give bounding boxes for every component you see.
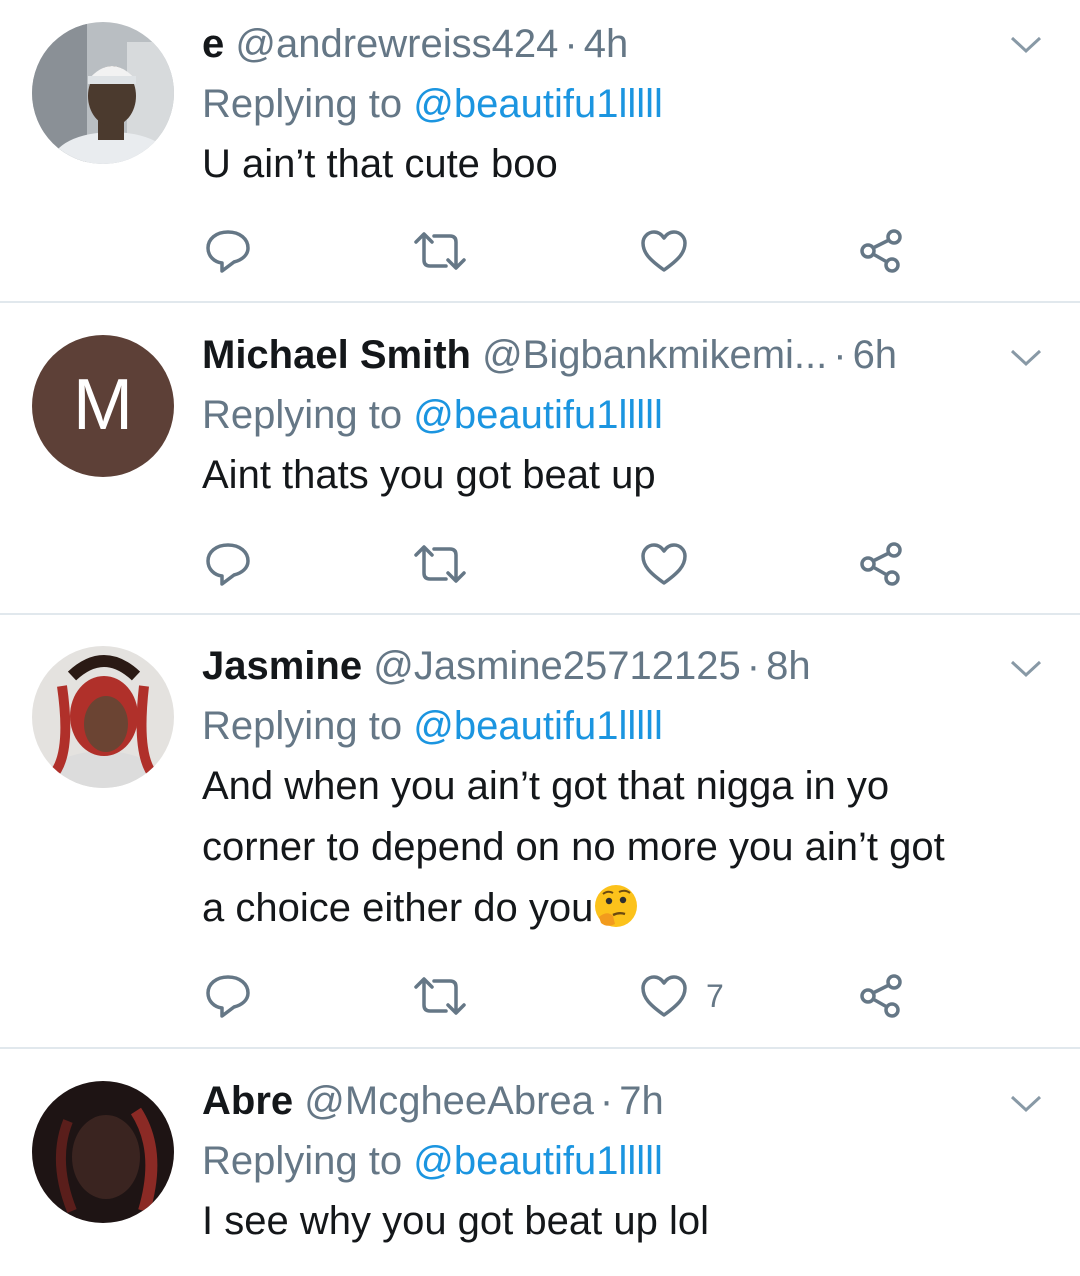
display-name[interactable]: Jasmine: [202, 644, 362, 688]
replying-to-mention[interactable]: @beautifu1lllll: [413, 82, 663, 126]
like-icon: [641, 230, 687, 272]
tweet-text: I see why you got beat up lol: [202, 1199, 709, 1243]
chevron-down-icon[interactable]: [1008, 34, 1044, 56]
handle[interactable]: @McgheeAbrea: [304, 1079, 594, 1123]
reply-button[interactable]: [204, 226, 252, 276]
chevron-down-icon[interactable]: [1008, 347, 1044, 369]
reply-tweet[interactable]: M Michael Smith @Bigbankmikemi... · 6h Rep…: [0, 303, 1080, 615]
timestamp[interactable]: 4h: [584, 22, 629, 66]
tweet-meta: e @andrewreiss424 · 4h: [202, 20, 1040, 68]
like-button[interactable]: [640, 226, 706, 276]
avatar[interactable]: M: [32, 335, 174, 477]
retweet-button[interactable]: [412, 539, 468, 589]
chevron-down-icon[interactable]: [1008, 658, 1044, 680]
action-bar: [202, 539, 922, 589]
separator-dot: ·: [599, 1079, 614, 1123]
timestamp[interactable]: 7h: [619, 1079, 664, 1123]
like-button[interactable]: [640, 539, 706, 589]
tweet-text-line-text: a choice either do you: [202, 886, 594, 930]
separator-dot: ·: [564, 22, 578, 66]
avatar[interactable]: [32, 646, 174, 788]
display-name[interactable]: Abre: [202, 1079, 293, 1123]
handle[interactable]: @Bigbankmikemi...: [482, 333, 827, 377]
handle[interactable]: @Jasmine25712125: [373, 644, 741, 688]
tweet-meta: Michael Smith @Bigbankmikemi... · 6h: [202, 331, 1040, 379]
replying-to-mention[interactable]: @beautifu1lllll: [413, 1139, 663, 1183]
reply-icon: [206, 543, 250, 586]
reply-button[interactable]: [204, 971, 252, 1021]
avatar[interactable]: [32, 22, 174, 164]
replying-to-label: Replying to: [202, 704, 403, 748]
retweet-button[interactable]: [412, 226, 468, 276]
retweet-icon: [414, 232, 466, 270]
timestamp[interactable]: 8h: [766, 644, 811, 688]
like-icon: [641, 975, 687, 1017]
tweet-text-line: corner to depend on no more you ain’t go…: [202, 825, 945, 869]
reply-tweet[interactable]: e @andrewreiss424 · 4h Replying to @beauti…: [0, 0, 1080, 303]
tweet-text: Aint thats you got beat up: [202, 453, 656, 497]
replying-to: Replying to @beautifu1lllll: [202, 391, 1040, 439]
replying-to-label: Replying to: [202, 393, 403, 437]
replying-to-mention[interactable]: @beautifu1lllll: [413, 704, 663, 748]
share-button[interactable]: [858, 539, 904, 589]
share-icon: [860, 542, 902, 586]
tweet-text-line: a choice either do you: [202, 878, 1040, 939]
share-icon: [860, 974, 902, 1018]
separator-dot: ·: [833, 333, 847, 377]
tweet-meta: Jasmine @Jasmine25712125 · 8h: [202, 642, 1040, 690]
action-bar: [202, 226, 922, 276]
retweet-icon: [414, 545, 466, 583]
tweet-text: U ain’t that cute boo: [202, 142, 558, 186]
replying-to-mention[interactable]: @beautifu1lllll: [413, 393, 663, 437]
timestamp[interactable]: 6h: [853, 333, 898, 377]
separator-dot: ·: [746, 644, 761, 688]
tweet-text-line: And when you ain’t got that nigga in yo: [202, 764, 890, 808]
tweet-meta: Abre @McgheeAbrea · 7h: [202, 1077, 1040, 1125]
reply-tweet[interactable]: Abre @McgheeAbrea · 7h Replying to @beauti…: [0, 1049, 1080, 1276]
svg-text:M: M: [73, 365, 133, 445]
avatar[interactable]: [32, 1081, 174, 1223]
thinking-face-emoji: [595, 885, 638, 927]
reply-icon: [206, 230, 250, 273]
reply-icon: [206, 975, 250, 1018]
display-name[interactable]: e: [202, 22, 224, 66]
share-icon: [860, 229, 902, 273]
like-button[interactable]: 7: [640, 971, 724, 1021]
retweet-icon: [414, 977, 466, 1015]
reply-tweet[interactable]: Jasmine @Jasmine25712125 · 8h Replying to …: [0, 615, 1080, 1049]
chevron-down-icon[interactable]: [1008, 1093, 1044, 1115]
handle[interactable]: @andrewreiss424: [235, 22, 558, 66]
share-button[interactable]: [858, 226, 904, 276]
replying-to-label: Replying to: [202, 82, 403, 126]
tweet-text: And when you ain’t got that nigga in yo …: [202, 756, 1040, 939]
like-icon: [641, 543, 687, 585]
action-bar: 7: [202, 971, 922, 1021]
replying-to: Replying to @beautifu1lllll: [202, 702, 1040, 750]
like-count: 7: [706, 977, 724, 1014]
share-button[interactable]: [858, 971, 904, 1021]
replying-to: Replying to @beautifu1lllll: [202, 1137, 1040, 1185]
replying-to: Replying to @beautifu1lllll: [202, 80, 1040, 128]
replying-to-label: Replying to: [202, 1139, 403, 1183]
display-name[interactable]: Michael Smith: [202, 333, 471, 377]
retweet-button[interactable]: [412, 971, 468, 1021]
reply-button[interactable]: [204, 539, 252, 589]
